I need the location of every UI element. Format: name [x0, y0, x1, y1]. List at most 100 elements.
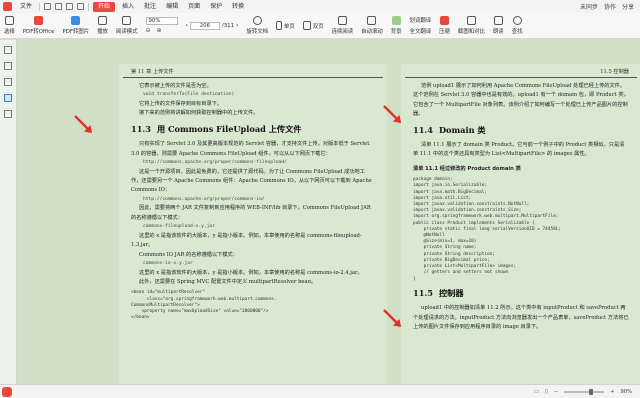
compress-label: 压缩: [439, 29, 450, 35]
background-button[interactable]: 背景: [387, 14, 406, 38]
play-icon: [98, 16, 108, 25]
zoom-slider-knob[interactable]: [588, 388, 593, 395]
status-right: ▭ ▯ − + 90%: [534, 388, 640, 395]
fit-page-icon[interactable]: ▭: [534, 389, 539, 395]
undo-icon[interactable]: [66, 3, 74, 10]
red-arrow-icon: [383, 105, 401, 123]
full-translate-button[interactable]: 全文翻译: [410, 27, 432, 35]
image-icon: [71, 16, 81, 25]
status-bar: ▭ ▯ − + 90%: [0, 384, 640, 398]
zoom-control: 90% ⊖ ⊕: [142, 17, 182, 34]
tab-insert[interactable]: 插入: [117, 0, 139, 13]
translate-button[interactable]: 划词翻译: [410, 16, 432, 24]
paragraph: 接下来的范例将讲解如何获取控制器中的上传文件。: [139, 110, 259, 117]
single-page-button[interactable]: 单页: [272, 14, 299, 38]
zoom-select[interactable]: 90%: [145, 17, 178, 25]
continuous-label: 连续阅读: [331, 29, 354, 35]
code-line: void transferTo(File destination): [143, 92, 235, 98]
zoom-out-status-icon[interactable]: −: [554, 389, 558, 395]
auto-scroll-button[interactable]: 自动滚动: [357, 14, 387, 38]
red-arrow-icon: [383, 309, 401, 327]
select-button[interactable]: 选择: [0, 14, 19, 38]
collab-button[interactable]: 协作: [604, 2, 616, 11]
find-label: 查找: [511, 29, 523, 35]
zoom-level: 90%: [620, 388, 632, 395]
zoom-in-status-icon[interactable]: +: [610, 389, 614, 395]
read-mode-button[interactable]: 阅读模式: [112, 14, 142, 38]
save-icon[interactable]: [44, 3, 52, 10]
rotate-icon: [252, 16, 262, 25]
running-head: 第 11 章 上传文件: [123, 64, 383, 78]
read-aloud-button[interactable]: 朗读: [489, 14, 508, 38]
zoom-slider[interactable]: [564, 388, 605, 395]
prev-page-icon[interactable]: ‹: [186, 22, 188, 29]
print-icon[interactable]: [55, 3, 63, 10]
sync-status[interactable]: 未同步: [580, 2, 598, 11]
double-page-button[interactable]: 双页: [299, 14, 328, 38]
zoom-out-icon[interactable]: ⊖: [146, 27, 151, 34]
thumbnail-icon[interactable]: [4, 46, 12, 54]
page-navigator: ‹ 206 /311 ›: [182, 21, 243, 30]
document-canvas[interactable]: 第 11 章 上传文件 它表示被上传的文件是否为空。 void transfer…: [17, 40, 640, 384]
pdf-to-image-label: PDF转图片: [62, 29, 90, 35]
read-mode-label: 阅读模式: [115, 29, 138, 35]
code-line: }: [413, 276, 416, 282]
convert-icon: [34, 16, 44, 25]
rotate-doc-button[interactable]: 旋转文档: [242, 14, 272, 38]
double-page-icon: [302, 21, 311, 30]
app-logo-icon: [3, 2, 12, 11]
screenshot-compare-button[interactable]: 截图和对比: [454, 14, 489, 38]
page-left: 第 11 章 上传文件 它表示被上传的文件是否为空。 void transfer…: [119, 64, 387, 384]
paragraph: 只有实现了 Servlet 3.0 及其更高版本规范的 Servlet 容器，才…: [131, 141, 370, 157]
double-page-label: 双页: [312, 23, 324, 30]
play-label: 播放: [97, 29, 108, 35]
bookmark-icon[interactable]: [4, 62, 12, 70]
url-line: http://commons.apache.org/proper/commons…: [143, 160, 287, 166]
next-page-icon[interactable]: ›: [236, 22, 238, 29]
tab-protect[interactable]: 保护: [205, 0, 227, 13]
running-head-right: 11.5 控制器: [600, 69, 629, 75]
paragraph: 因此，需要将两个 JAR 文件复制到应用程序的 WEB-INF/lib 目录下。…: [131, 205, 371, 221]
paragraph: Commons IO JAR 的名称遵循以下模式：: [139, 251, 238, 258]
code-block: <bean id="multipartResolver" class="org.…: [131, 290, 375, 321]
pdf-to-office-button[interactable]: PDF转Office: [19, 14, 59, 38]
scissors-icon: [466, 16, 476, 25]
divider: [39, 2, 41, 11]
zoom-in-icon[interactable]: ⊕: [157, 27, 162, 34]
play-button[interactable]: 播放: [93, 14, 112, 38]
tab-start[interactable]: 开始: [93, 1, 116, 12]
background-label: 背景: [390, 29, 402, 35]
tab-convert[interactable]: 转换: [227, 0, 249, 13]
url-line: http://commons.apache.org/proper/commons…: [143, 196, 265, 202]
search-panel-icon[interactable]: [4, 110, 12, 118]
page-right: 11.5 控制器 范例 upload1 展示了如何利用 Apache Commo…: [401, 64, 640, 384]
page-input[interactable]: 206: [189, 21, 220, 30]
section-title: 控制器: [438, 287, 464, 298]
attachment-icon[interactable]: [4, 94, 12, 102]
pdf-reader-window: 文件 开始 插入 批注 编辑 页面 保护 转换 未同步 协作 分享 选择 PDF…: [0, 0, 640, 398]
app-badge-icon[interactable]: [2, 386, 12, 397]
share-button[interactable]: 分享: [622, 2, 634, 11]
menu-file[interactable]: 文件: [15, 0, 37, 13]
fit-width-icon[interactable]: ▯: [545, 389, 548, 395]
tab-comment[interactable]: 批注: [139, 0, 161, 13]
search-icon: [512, 16, 522, 25]
compress-button[interactable]: 压缩: [435, 14, 454, 38]
tab-page[interactable]: 页面: [183, 0, 205, 13]
scroll-icon: [367, 16, 377, 25]
continuous-button[interactable]: 连续阅读: [328, 14, 358, 38]
pdf-to-image-button[interactable]: PDF转图片: [58, 14, 93, 38]
find-button[interactable]: 查找: [508, 14, 527, 38]
page-body: 它表示被上传的文件是否为空。 void transferTo(File dest…: [119, 78, 387, 325]
divider: [88, 2, 90, 11]
tab-edit[interactable]: 编辑: [161, 0, 183, 13]
cursor-icon: [4, 16, 14, 25]
paragraph: 这里的 x 是指该软件的大版本，y 是指小版本。例如，本章使用的名称是 comm…: [139, 269, 363, 276]
ribbon-toolbar: 选择 PDF转Office PDF转图片 播放 阅读模式 90% ⊖ ⊕ ‹ 2: [0, 13, 640, 39]
speaker-icon: [493, 16, 503, 25]
comment-icon[interactable]: [4, 78, 12, 86]
paragraph: 清单 11.1 展示了 domain 类 Product。它与前一个例子中的 P…: [413, 142, 625, 158]
redo-icon[interactable]: [77, 3, 85, 10]
translate-group: 划词翻译 全文翻译: [406, 16, 436, 35]
running-head: 11.5 控制器: [405, 64, 637, 78]
